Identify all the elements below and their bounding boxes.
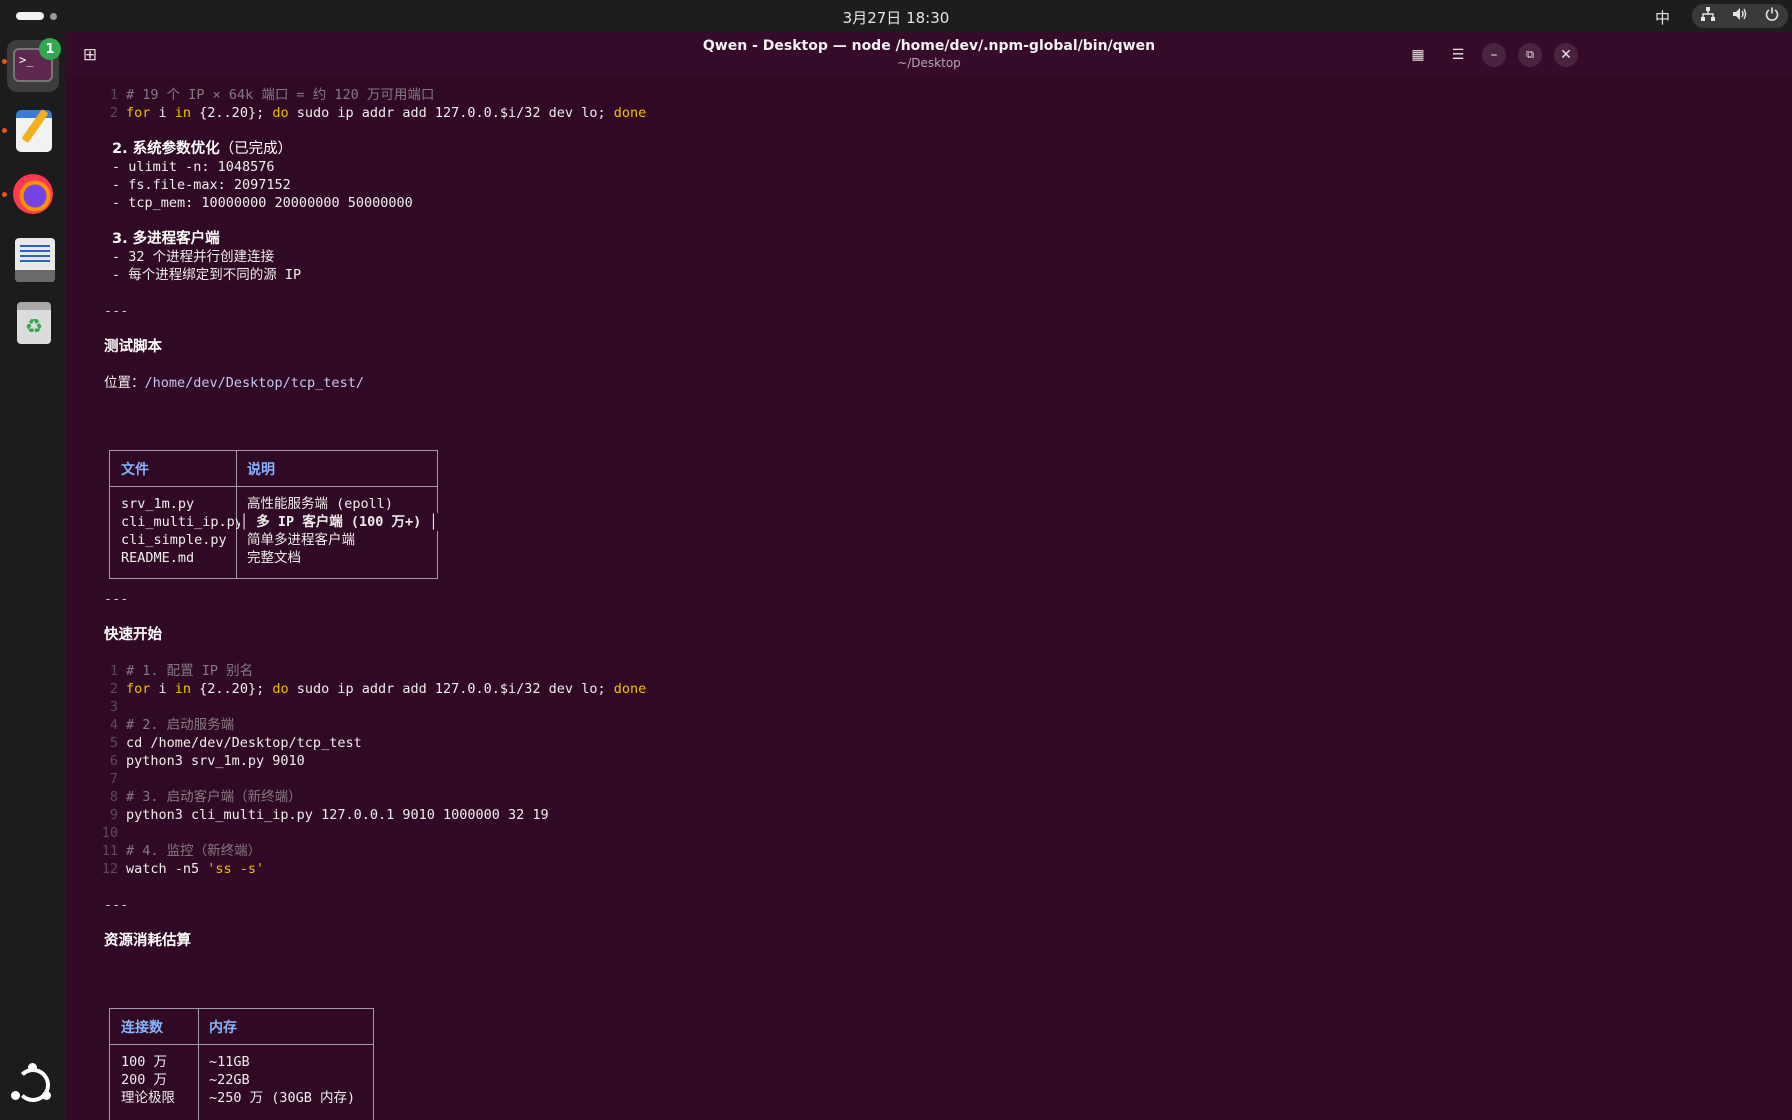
separator: --- xyxy=(104,897,129,913)
resource-table: 连接数 内存 100 万 ~11GB 200 万 ~22GB 理论极限 ~250… xyxy=(109,1008,374,1120)
list-item: - 每个进程绑定到不同的源 IP xyxy=(112,267,302,283)
logo-dot xyxy=(11,1091,20,1100)
clock[interactable]: 3月27日 18:30 xyxy=(0,7,1792,28)
dock: >_ 1 ♻ xyxy=(0,32,66,1120)
code-line: 3 xyxy=(109,699,118,715)
volume-icon xyxy=(1732,7,1748,25)
terminal-output[interactable]: 1 # 19 个 IP × 64k 端口 = 约 120 万可用端口 2 for i… xyxy=(66,78,1792,1120)
code-line: 1 # 19 个 IP × 64k 端口 = 约 120 万可用端口 xyxy=(109,87,435,103)
logo-dot xyxy=(28,1063,37,1072)
code-line: 10 xyxy=(101,825,118,841)
table-cell: cli_simple.py xyxy=(121,532,227,548)
table-cell: 完整文档 xyxy=(247,550,301,566)
maximize-button[interactable]: ⧉ xyxy=(1518,43,1542,67)
show-apps-button[interactable] xyxy=(11,1063,54,1106)
notes-base xyxy=(15,270,55,282)
table-cell: 200 万 xyxy=(121,1072,168,1088)
code-line: 4 # 2. 启动服务端 xyxy=(109,717,235,733)
table-divider xyxy=(110,1044,373,1045)
hamburger-menu-button[interactable]: ☰ xyxy=(1446,43,1470,67)
top-bar: 3月27日 18:30 中 xyxy=(0,0,1792,32)
table-cell: 理论极限 xyxy=(121,1090,175,1106)
table-header: 连接数 xyxy=(121,1020,163,1036)
dock-trash[interactable]: ♻ xyxy=(7,296,59,348)
list-item: - 32 个进程并行创建连接 xyxy=(112,249,275,265)
location-line: 位置：/home/dev/Desktop/tcp_test/ xyxy=(104,375,364,391)
table-cell: ~250 万 (30GB 内存) xyxy=(209,1090,356,1106)
code-line: 9 python3 cli_multi_ip.py 127.0.0.1 9010 … xyxy=(109,807,549,823)
code-line: 12 watch -n5 'ss -s' xyxy=(101,861,265,877)
section-heading: 快速开始 xyxy=(104,627,162,643)
list-item: - fs.file-max: 2097152 xyxy=(112,177,291,193)
code-line: 1 # 1. 配置 IP 别名 xyxy=(109,663,254,679)
dock-text-editor-app[interactable] xyxy=(7,104,59,156)
code-line: 2 for i in {2..20}; do sudo ip addr add 1… xyxy=(109,681,647,697)
table-header: 内存 xyxy=(209,1020,237,1036)
code-line: 8 # 3. 启动客户端（新终端） xyxy=(109,789,302,805)
notes-lines xyxy=(20,245,50,263)
notification-badge: 1 xyxy=(39,38,61,60)
close-button[interactable]: ✕ xyxy=(1554,43,1578,67)
separator: --- xyxy=(104,591,129,607)
input-method-indicator[interactable]: 中 xyxy=(1655,7,1670,28)
code-line: 5 cd /home/dev/Desktop/tcp_test xyxy=(109,735,362,751)
table-cell: srv_1m.py xyxy=(121,496,195,512)
code-line: 6 python3 srv_1m.py 9010 xyxy=(109,753,305,769)
recycle-icon: ♻ xyxy=(25,314,43,338)
table-cell: ~11GB xyxy=(209,1054,250,1070)
table-cell: │ 多 IP 客户端 (100 万+) │ xyxy=(240,513,438,531)
system-tray[interactable] xyxy=(1692,4,1788,28)
table-divider xyxy=(110,486,437,487)
section-heading: 资源消耗估算 xyxy=(104,933,191,949)
network-icon xyxy=(1700,7,1715,25)
list-item: - ulimit -n: 1048576 xyxy=(112,159,275,175)
separator: --- xyxy=(104,303,129,319)
table-header: 说明 xyxy=(247,462,275,478)
table-header: 文件 xyxy=(121,462,149,478)
dock-firefox-app[interactable] xyxy=(7,168,59,220)
code-line: 11 # 4. 监控（新终端） xyxy=(101,843,262,859)
power-icon xyxy=(1765,7,1779,25)
code-line: 7 xyxy=(109,771,118,787)
table-cell: ~22GB xyxy=(209,1072,250,1088)
dock-terminal-app[interactable]: >_ 1 xyxy=(7,38,61,92)
minimize-button[interactable]: – xyxy=(1482,43,1506,67)
section-heading: 3. 多进程客户端 xyxy=(112,231,220,247)
section-heading: 测试脚本 xyxy=(104,339,162,355)
table-divider xyxy=(198,1009,199,1120)
terminal-headerbar: ⊞ Qwen - Desktop — node /home/dev/.npm-g… xyxy=(66,32,1792,78)
files-table: 文件 说明 srv_1m.py 高性能服务端 (epoll) cli_multi… xyxy=(109,450,438,579)
logo-dot xyxy=(42,1091,51,1100)
table-cell: 100 万 xyxy=(121,1054,168,1070)
table-cell: 高性能服务端 (epoll) xyxy=(247,496,394,512)
grid-view-button[interactable]: ▦ xyxy=(1406,43,1430,67)
table-cell: cli_multi_ip.py xyxy=(121,514,243,530)
section-heading: 2. 系统参数优化（已完成） xyxy=(112,141,293,157)
firefox-icon xyxy=(13,174,53,214)
table-cell: README.md xyxy=(121,550,195,566)
list-item: - tcp_mem: 10000000 20000000 50000000 xyxy=(112,195,413,211)
code-line: 2 for i in {2..20}; do sudo ip addr add 1… xyxy=(109,105,647,121)
dock-notes-app[interactable] xyxy=(7,232,59,284)
table-cell: 简单多进程客户端 xyxy=(247,532,355,548)
